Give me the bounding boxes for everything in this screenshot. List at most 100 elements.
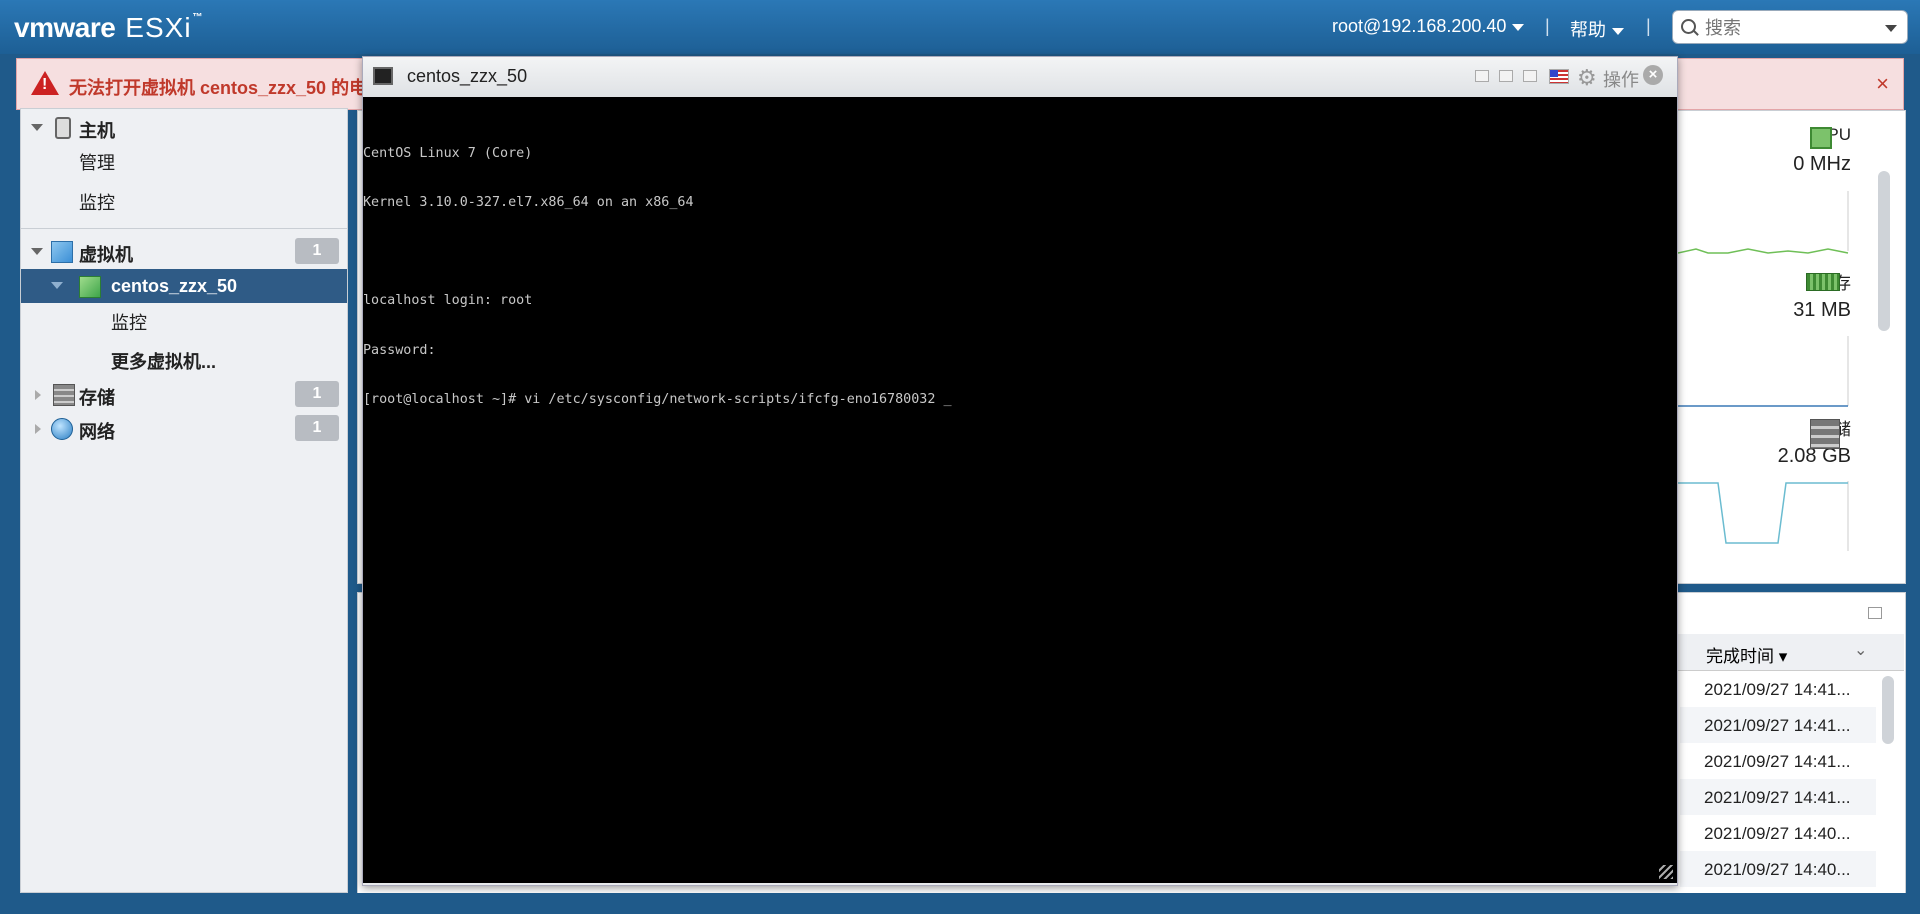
column-header-completed[interactable]: 完成时间 ▾ [1706,642,1787,667]
console-line: Kernel 3.10.0-327.el7.x86_64 on an x86_6… [363,195,694,211]
nav-item-label: 网络 [79,422,115,442]
expand-icon[interactable] [35,424,41,434]
collapse-icon[interactable] [31,124,43,131]
user-menu[interactable]: root@192.168.200.40 [1332,16,1525,37]
scrollbar[interactable] [1882,676,1894,744]
host-icon [55,117,71,139]
gear-icon[interactable]: ⚙ [1577,65,1597,91]
brand-vmware: vmware [14,12,116,43]
completed-time: 2021/09/27 14:40... [1704,824,1851,843]
memory-chart [1678,336,1849,407]
help-menu-label: 帮助 [1570,20,1606,40]
search-icon [1681,19,1696,34]
nav-item-storage[interactable]: 存储 1 [21,379,347,411]
completed-time: 2021/09/27 14:41... [1704,752,1851,771]
nav-item-vms[interactable]: 虚拟机 1 [21,236,347,268]
memory-icon [1806,273,1840,291]
count-badge: 1 [295,415,339,441]
navigator-panel: 主机 管理 监控 虚拟机 1 centos_zzx_50 监控 更多虚拟机...… [20,108,348,893]
console-line: [root@localhost ~]# vi /etc/sysconfig/ne… [363,391,952,407]
cpu-chart [1678,191,1849,254]
cpu-icon [1810,127,1832,149]
search-input[interactable] [1703,15,1877,41]
error-message: 无法打开虚拟机 centos_zzx_50 的电 [69,78,368,98]
nav-item-label: 虚拟机 [79,245,133,265]
console-line: localhost login: root [363,293,533,309]
table-row[interactable]: 2021/09/27 14:41... [1680,743,1876,779]
console-titlebar[interactable]: centos_zzx_50 ⚙ 操作 × [363,57,1677,97]
search-dropdown-icon[interactable] [1885,25,1897,32]
keyboard-layout-flag-icon[interactable] [1549,69,1569,84]
console-title: centos_zzx_50 [407,66,528,86]
nav-item-host-monitor[interactable]: 监控 [21,184,347,216]
console-screen[interactable]: CentOS Linux 7 (Core) Kernel 3.10.0-327.… [363,97,1677,883]
header-separator: | [1646,16,1651,36]
actions-menu[interactable]: 操作 [1603,66,1639,92]
nav-item-host-manage[interactable]: 管理 [21,144,347,176]
close-icon[interactable]: × [1643,65,1663,85]
virtual-machines-icon [51,241,73,263]
divider [21,228,347,229]
nav-item-label: 存储 [79,388,115,408]
table-row[interactable]: 2021/09/27 14:41... [1680,671,1876,707]
nav-item-label: 监控 [111,313,147,333]
footer-strip [0,893,1920,914]
minimize-icon[interactable] [1499,70,1513,82]
nav-item-vm-centos[interactable]: centos_zzx_50 [21,269,347,303]
count-badge: 1 [295,381,339,407]
expand-icon[interactable] [35,390,41,400]
nav-item-more-vms[interactable]: 更多虚拟机... [21,343,347,375]
top-header: vmware ESXi™ root@192.168.200.40 | 帮助 | [0,0,1920,54]
storage-chart [1678,481,1849,551]
nav-item-label: 监控 [79,193,115,213]
vm-console-window[interactable]: centos_zzx_50 ⚙ 操作 × CentOS Linux 7 (Cor… [362,56,1678,886]
table-row[interactable]: 2021/09/27 14:41... [1680,707,1876,743]
tasks-table-header: 完成时间 ▾ ⌄ [1676,634,1904,671]
maximize-icon[interactable] [1523,70,1537,82]
completed-time: 2021/09/27 14:40... [1704,860,1851,879]
cpu-label: CPU [1815,125,1851,144]
nav-item-label: 更多虚拟机... [111,352,217,372]
search-box[interactable] [1672,10,1908,44]
console-line: Password: [363,342,436,358]
close-alert-button[interactable]: × [1876,71,1889,97]
chevron-down-icon [1612,27,1624,35]
console-line: CentOS Linux 7 (Core) [363,145,533,161]
brand-tm: ™ [192,12,203,23]
nav-item-network[interactable]: 网络 1 [21,413,347,445]
nav-item-label: 主机 [79,121,115,141]
help-menu[interactable]: 帮助 [1570,16,1624,42]
nav-item-host[interactable]: 主机 [21,112,347,144]
header-separator: | [1545,16,1550,36]
completed-time: 2021/09/27 14:41... [1704,680,1851,699]
collapse-icon[interactable] [51,282,63,289]
maximize-icon[interactable] [1868,607,1882,619]
resize-handle-icon[interactable] [1659,865,1673,879]
nav-item-label: 管理 [79,153,115,173]
warning-icon [31,71,59,95]
chevron-down-icon[interactable]: ⌄ [1854,640,1867,660]
completed-time: 2021/09/27 14:41... [1704,788,1851,807]
brand-esxi: ESXi [125,12,192,43]
user-menu-label: root@192.168.200.40 [1332,16,1507,36]
table-row[interactable]: 2021/09/27 14:41... [1680,779,1876,815]
chevron-down-icon [1512,23,1525,31]
console-icon [373,67,393,85]
network-icon [51,418,73,440]
table-row[interactable]: 2021/09/27 14:40... [1680,815,1876,851]
nav-item-label: centos_zzx_50 [111,276,238,296]
vmware-esxi-logo: vmware ESXi™ [14,12,203,44]
storage-icon [1810,419,1840,449]
restore-icon[interactable] [1475,70,1489,82]
table-row[interactable]: 2021/09/27 14:40... [1680,851,1876,887]
vm-icon [79,276,101,298]
cpu-value: 0 MHz [1793,153,1851,175]
completed-time: 2021/09/27 14:41... [1704,716,1851,735]
storage-icon [53,384,75,406]
count-badge: 1 [295,238,339,264]
nav-item-vm-monitor[interactable]: 监控 [21,304,347,336]
memory-value: 31 MB [1793,299,1851,321]
collapse-icon[interactable] [31,248,43,255]
scrollbar[interactable] [1878,171,1890,331]
